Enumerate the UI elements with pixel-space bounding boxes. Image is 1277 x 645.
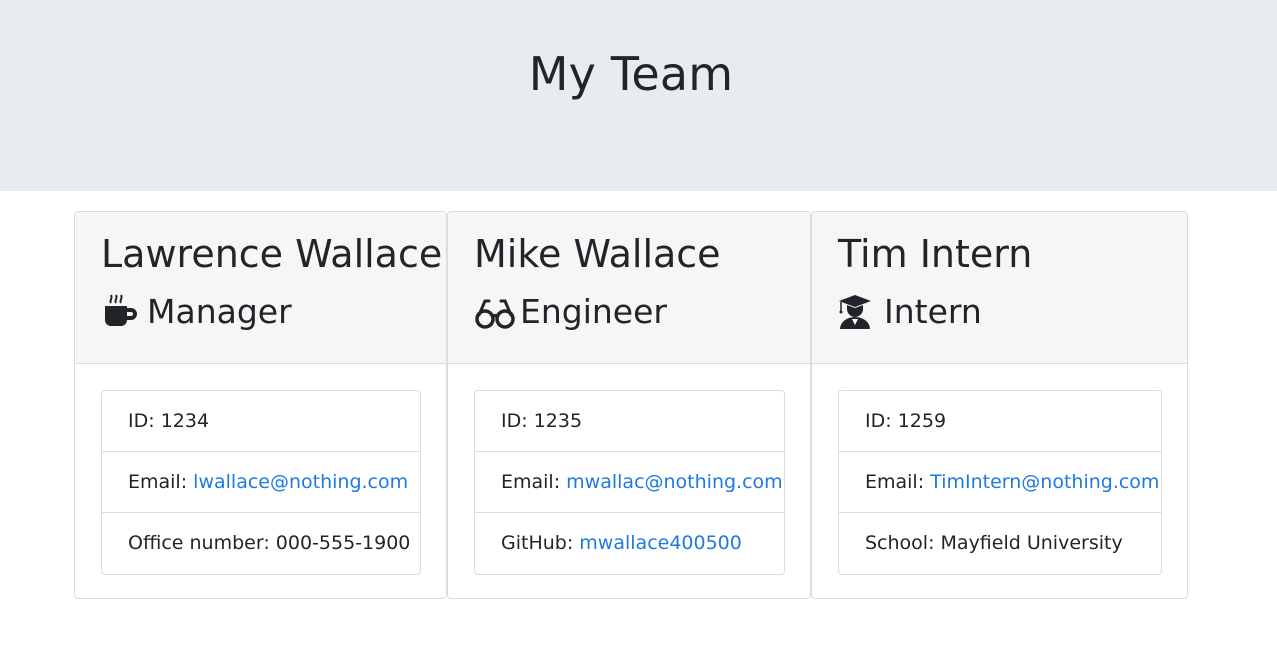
- email-row: Email: mwallac@nothing.com: [475, 452, 784, 513]
- role-label: Engineer: [520, 292, 667, 331]
- id-row: ID: 1234: [102, 391, 420, 452]
- header-banner: My Team: [0, 0, 1277, 191]
- role-label: Manager: [147, 292, 292, 331]
- employee-role: Intern: [838, 290, 982, 334]
- email-link[interactable]: TimIntern@nothing.com: [930, 471, 1159, 493]
- school-row: School: Mayfield University: [839, 513, 1161, 574]
- email-label: Email:: [128, 471, 188, 493]
- employee-card-manager: Lawrence Wallace Manager ID: 1234 Email:…: [74, 211, 447, 599]
- office-number-value: 000-555-1900: [275, 532, 411, 554]
- id-label: ID:: [501, 410, 528, 432]
- page-title: My Team: [528, 47, 734, 101]
- employee-role: Engineer: [474, 290, 667, 334]
- id-row: ID: 1235: [475, 391, 784, 452]
- id-row: ID: 1259: [839, 391, 1161, 452]
- info-list: ID: 1234 Email: lwallace@nothing.com Off…: [101, 390, 421, 575]
- id-label: ID:: [128, 410, 155, 432]
- card-header: Mike Wallace Engineer: [448, 212, 810, 364]
- employee-role: Manager: [101, 290, 292, 334]
- id-label: ID:: [865, 410, 892, 432]
- email-row: Email: lwallace@nothing.com: [102, 452, 420, 513]
- employee-name: Mike Wallace: [474, 232, 721, 276]
- employee-name: Lawrence Wallace: [101, 232, 443, 276]
- email-label: Email:: [501, 471, 561, 493]
- email-label: Email:: [865, 471, 925, 493]
- school-value: Mayfield University: [940, 532, 1123, 554]
- github-label: GitHub:: [501, 532, 574, 554]
- id-value: 1234: [160, 410, 210, 432]
- office-number-label: Office number:: [128, 532, 270, 554]
- github-link[interactable]: mwallace400500: [579, 532, 742, 554]
- employee-card-intern: Tim Intern Intern ID: 1259 Email: TimInt…: [811, 211, 1188, 599]
- employee-name: Tim Intern: [838, 232, 1033, 276]
- card-header: Lawrence Wallace Manager: [75, 212, 446, 364]
- email-link[interactable]: lwallace@nothing.com: [193, 471, 408, 493]
- mug-icon: [101, 293, 139, 331]
- school-label: School:: [865, 532, 935, 554]
- card-header: Tim Intern Intern: [812, 212, 1187, 364]
- info-list: ID: 1259 Email: TimIntern@nothing.com Sc…: [838, 390, 1162, 575]
- github-row: GitHub: mwallace400500: [475, 513, 784, 574]
- info-list: ID: 1235 Email: mwallac@nothing.com GitH…: [474, 390, 785, 575]
- id-value: 1259: [897, 410, 947, 432]
- graduate-icon: [838, 293, 876, 331]
- employee-card-engineer: Mike Wallace Engineer ID: 1235 Email: mw…: [447, 211, 811, 599]
- id-value: 1235: [533, 410, 583, 432]
- office-number-row: Office number: 000-555-1900: [102, 513, 420, 574]
- email-row: Email: TimIntern@nothing.com: [839, 452, 1161, 513]
- glasses-icon: [474, 293, 515, 331]
- role-label: Intern: [884, 292, 982, 331]
- email-link[interactable]: mwallac@nothing.com: [566, 471, 783, 493]
